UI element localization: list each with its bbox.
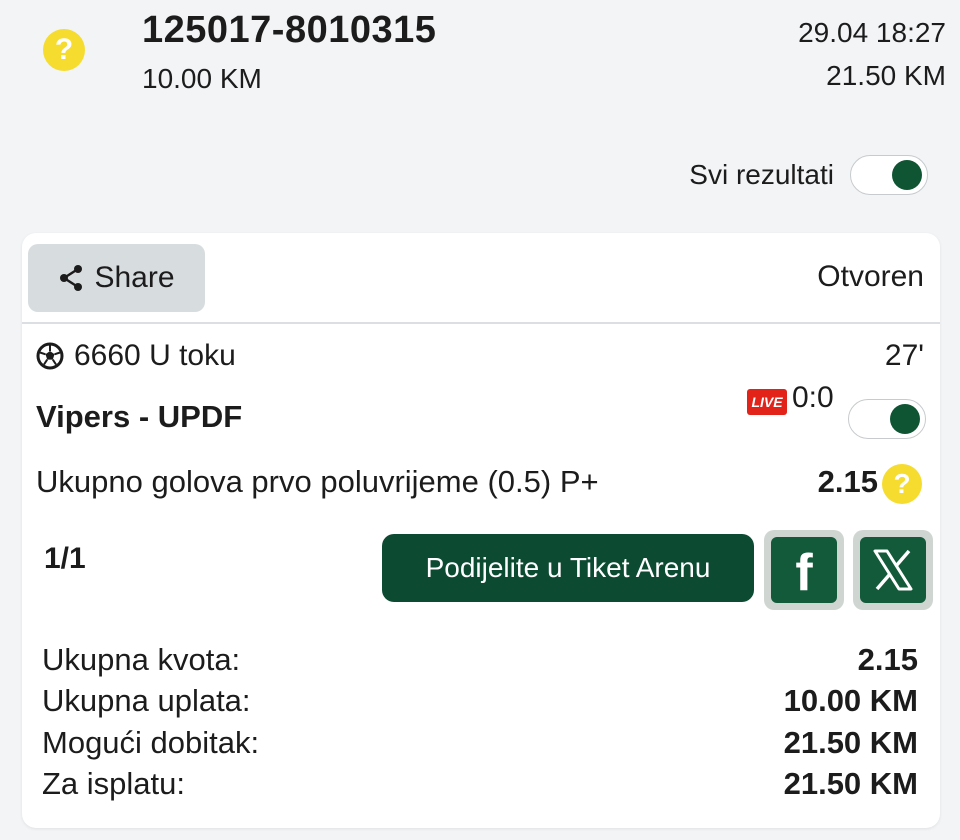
match-score: 0:0 [792, 381, 834, 414]
match-name: Vipers - UPDF [36, 399, 243, 434]
soccer-ball-icon [36, 342, 64, 370]
question-status-icon[interactable]: ? [43, 29, 85, 71]
summary-label-payout: Za isplatu: [42, 766, 186, 801]
share-button[interactable]: Share [28, 244, 205, 312]
summary-label-odds: Ukupna kvota: [42, 642, 241, 677]
ticket-status: Otvoren [817, 260, 924, 293]
summary-label-stake: Ukupna uplata: [42, 683, 251, 718]
x-icon [860, 537, 926, 603]
ticket-payout: 21.50 KM [826, 60, 946, 91]
ticket-datetime: 29.04 18:27 [798, 17, 946, 48]
toggle-knob [890, 404, 920, 434]
all-results-toggle[interactable] [850, 155, 928, 195]
toggle-knob [892, 160, 922, 190]
question-icon[interactable]: ? [882, 464, 922, 504]
page-count: 1/1 [44, 542, 86, 575]
event-code-status: 6660 U toku [74, 339, 236, 372]
summary-value-stake: 10.00 KM [783, 683, 918, 718]
summary-value-payout: 21.50 KM [783, 766, 918, 801]
summary-value-odds: 2.15 [857, 642, 918, 677]
x-logo-icon [873, 549, 913, 591]
facebook-icon: f [771, 537, 837, 603]
bet-odd: 2.15 [817, 464, 878, 499]
summary-value-potential-win: 21.50 KM [783, 725, 918, 760]
share-icon [60, 265, 83, 291]
share-tiket-arena-button[interactable]: Podijelite u Tiket Arenu [382, 534, 754, 602]
x-share-button[interactable] [853, 530, 933, 610]
match-minute: 27' [884, 339, 924, 372]
summary-label-potential-win: Mogući dobitak: [42, 725, 260, 760]
ticket-stake: 10.00 KM [142, 63, 262, 94]
facebook-glyph: f [795, 544, 813, 602]
card-divider [22, 322, 940, 324]
event-header: 6660 U toku [36, 339, 236, 373]
facebook-share-button[interactable]: f [764, 530, 844, 610]
live-badge: LIVE [747, 389, 787, 415]
all-results-label: Svi rezultati [689, 159, 834, 190]
bet-market: Ukupno golova prvo poluvrijeme (0.5) P+ [36, 464, 599, 499]
ticket-id: 125017-8010315 [142, 9, 437, 51]
live-match-toggle[interactable] [848, 399, 926, 439]
share-label: Share [94, 261, 175, 294]
